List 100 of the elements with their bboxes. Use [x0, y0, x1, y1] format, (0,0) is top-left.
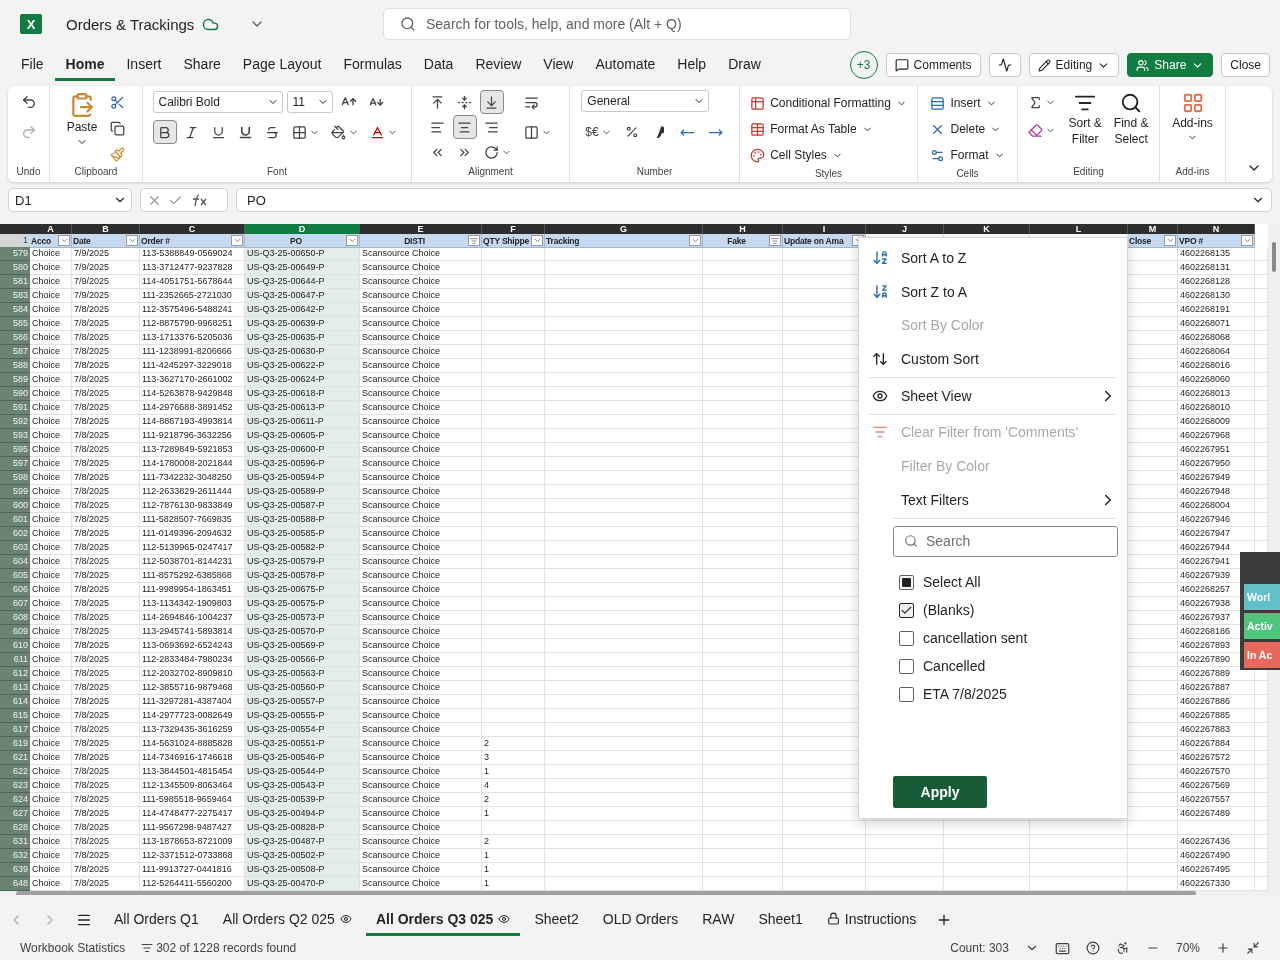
- table-cell: Scansource Choice: [360, 303, 482, 317]
- column-header[interactable]: C: [140, 224, 245, 234]
- menu-tab[interactable]: View: [532, 49, 585, 81]
- horizontal-align-button[interactable]: [452, 115, 477, 139]
- filter-button[interactable]: [231, 235, 243, 246]
- menu-item[interactable]: Sort A to Z: [869, 241, 1117, 275]
- menu-tab[interactable]: Home: [54, 49, 116, 81]
- sheet-tab[interactable]: All Orders Q1: [104, 904, 209, 936]
- column-header[interactable]: K: [944, 224, 1030, 234]
- table-cell: Scansource Choice: [360, 583, 482, 597]
- menu-tab[interactable]: Data: [412, 49, 465, 81]
- font-size-select[interactable]: 11: [286, 91, 333, 113]
- keyboard-icon[interactable]: [1054, 940, 1070, 956]
- column-header[interactable]: L: [1030, 224, 1128, 234]
- table-cell: US-Q3-25-00555-P: [245, 709, 360, 723]
- sheet-tab[interactable]: RAW: [692, 904, 745, 936]
- table-cell: 7/8/2025: [72, 583, 140, 597]
- filter-button[interactable]: [346, 235, 358, 246]
- filter-applied-button[interactable]: [468, 235, 480, 246]
- currency-button[interactable]: $€: [581, 120, 616, 144]
- help-icon[interactable]: [1085, 941, 1100, 955]
- column-header[interactable]: M: [1128, 224, 1178, 234]
- sheet-tab[interactable]: Sheet1: [748, 904, 813, 936]
- menu-tab[interactable]: Draw: [717, 49, 772, 81]
- cells-menu-button[interactable]: Format: [928, 142, 1007, 168]
- name-box[interactable]: D1: [8, 188, 132, 212]
- filter-button[interactable]: [531, 235, 543, 246]
- menu-tab[interactable]: Formulas: [332, 49, 413, 81]
- font-name-select[interactable]: Calibri Bold: [152, 91, 283, 113]
- vertical-align-button[interactable]: [479, 90, 504, 114]
- filter-button[interactable]: [1164, 235, 1176, 246]
- menu-icon[interactable]: [76, 912, 92, 928]
- cells-menu-button[interactable]: Insert: [928, 90, 999, 116]
- column-header[interactable]: B: [72, 224, 140, 234]
- column-header[interactable]: G: [545, 224, 703, 234]
- column-header[interactable]: I: [783, 224, 866, 234]
- status-text[interactable]: Workbook Statistics: [20, 941, 126, 955]
- menu-tab[interactable]: Insert: [115, 49, 173, 81]
- double-underline-icon: [238, 124, 253, 140]
- sheet-tab[interactable]: All Orders Q2 025: [212, 904, 362, 936]
- column-header[interactable]: N: [1178, 224, 1255, 234]
- collapse-icon[interactable]: [1246, 941, 1260, 955]
- menu-tab[interactable]: File: [10, 49, 55, 81]
- menu-item[interactable]: Text Filters: [869, 482, 1117, 517]
- apply-button[interactable]: Apply: [893, 776, 987, 809]
- menu-item[interactable]: Sort Z to A: [869, 274, 1117, 309]
- checkbox[interactable]: [899, 658, 914, 674]
- cells-menu-button[interactable]: Delete: [928, 116, 1004, 142]
- empty-cell: [482, 653, 545, 667]
- row-header: 623: [0, 779, 30, 793]
- filter-button[interactable]: [58, 235, 70, 246]
- checkbox[interactable]: [899, 686, 914, 702]
- table-cell: 7/8/2025: [72, 429, 140, 443]
- sheet-tab[interactable]: Instructions: [816, 904, 927, 936]
- column-header[interactable]: F: [482, 224, 545, 234]
- paste-button[interactable]: Paste: [62, 90, 102, 150]
- styles-menu-button[interactable]: Format As Table: [748, 116, 875, 142]
- zoom-level: 70%: [1175, 941, 1200, 955]
- search-field[interactable]: Search for tools, help, and more (Alt + Q): [383, 8, 851, 40]
- table-cell: US-Q3-25-00544-P: [245, 765, 360, 779]
- column-header[interactable]: J: [866, 224, 944, 234]
- filter-search-field[interactable]: Search: [893, 525, 1118, 558]
- bold-button[interactable]: [152, 120, 177, 144]
- column-header[interactable]: A: [30, 224, 72, 234]
- menu-item[interactable]: Sheet View: [869, 378, 1117, 413]
- sheet-tab[interactable]: OLD Orders: [592, 904, 689, 936]
- table-cell: 7/8/2025: [72, 513, 140, 527]
- sheet-tab[interactable]: All Orders Q3 025: [365, 904, 521, 936]
- menu-item[interactable]: Custom Sort: [869, 342, 1117, 376]
- sheet-tab[interactable]: Sheet2: [524, 904, 589, 936]
- styles-menu-button[interactable]: Cell Styles: [748, 142, 845, 168]
- menu-tab[interactable]: Share: [172, 49, 232, 81]
- zoom-in-icon[interactable]: [1216, 941, 1230, 955]
- styles-menu-button[interactable]: Conditional Formatting: [748, 90, 909, 116]
- menu-tab[interactable]: Help: [666, 49, 718, 81]
- close-button[interactable]: Close: [1221, 53, 1270, 77]
- filter-button[interactable]: [126, 235, 138, 246]
- number-format-select[interactable]: General: [581, 90, 710, 112]
- menu-tab[interactable]: Page Layout: [231, 49, 333, 81]
- comments-button[interactable]: Comments: [885, 53, 981, 77]
- menu-tab[interactable]: Review: [464, 49, 533, 81]
- activity-button[interactable]: [988, 53, 1021, 77]
- share-button[interactable]: Share: [1127, 53, 1214, 77]
- add-ins-button[interactable]: Add-ins: [1168, 90, 1217, 145]
- editing-button[interactable]: Editing: [1028, 53, 1120, 77]
- sort-filter-button[interactable]: Sort & Filter: [1064, 90, 1106, 148]
- checkbox[interactable]: [899, 630, 914, 646]
- column-header[interactable]: E: [360, 224, 482, 234]
- checkbox[interactable]: [899, 602, 914, 618]
- find-select-button[interactable]: Find & Select: [1109, 90, 1153, 148]
- column-header[interactable]: D: [245, 224, 360, 234]
- clipboard-icon: [69, 92, 95, 118]
- column-header[interactable]: H: [703, 224, 783, 234]
- filter-button[interactable]: [689, 235, 701, 246]
- checkbox[interactable]: [899, 574, 914, 590]
- accessibility-icon[interactable]: [1115, 941, 1130, 955]
- formula-field[interactable]: PO: [236, 188, 1272, 212]
- filter-applied-button[interactable]: [769, 235, 781, 246]
- filter-button[interactable]: [1241, 235, 1253, 246]
- menu-tab[interactable]: Automate: [584, 49, 667, 81]
